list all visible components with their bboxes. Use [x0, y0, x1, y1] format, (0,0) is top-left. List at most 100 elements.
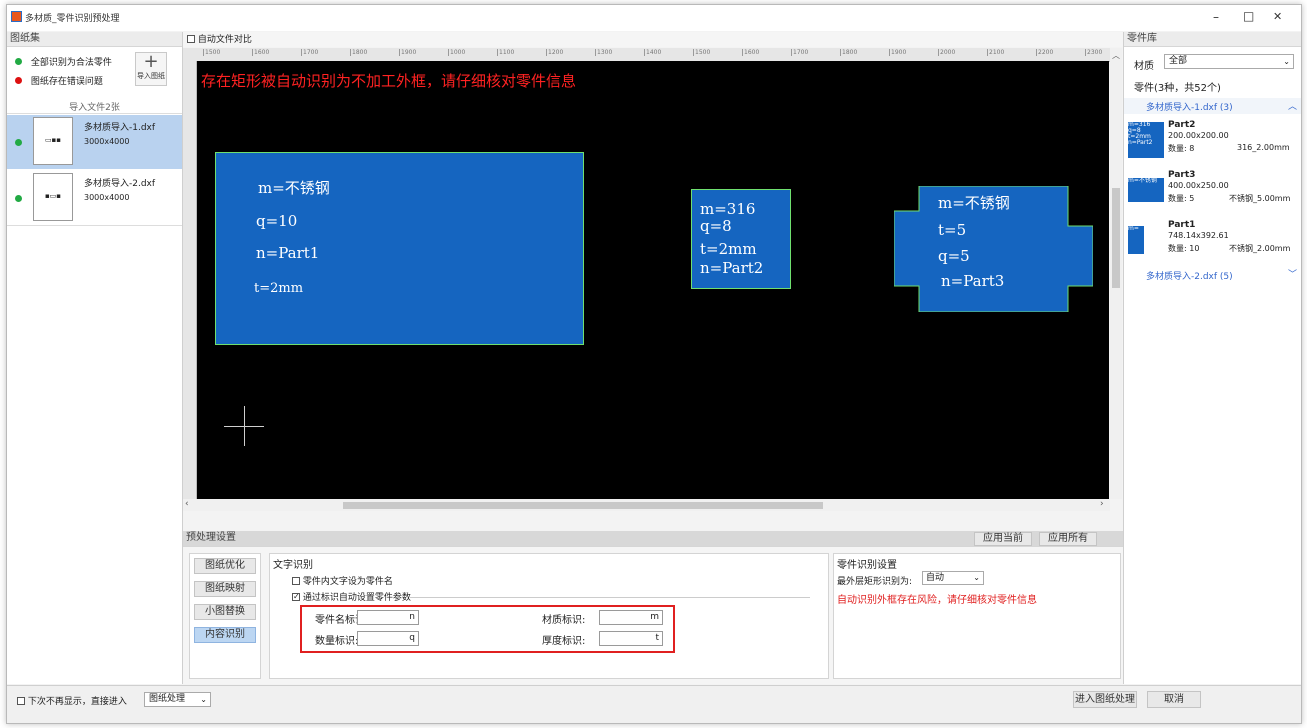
crosshair-icon: [224, 406, 264, 446]
file-name: 多材质导入-1.dxf: [84, 123, 156, 133]
file-item[interactable]: ▪▭▪ 多材质导入-2.dxf 3000x4000: [7, 171, 182, 226]
material-value: 全部: [1169, 56, 1188, 66]
divider: [7, 113, 182, 114]
outer-rect-label: 最外层矩形识别为:: [837, 577, 913, 587]
chevron-up-icon[interactable]: ︿: [1288, 99, 1297, 112]
ruler-tick-label: 1900: [399, 49, 417, 56]
name-id-input[interactable]: n: [357, 610, 419, 625]
preprocess-title: 预处理设置: [186, 532, 236, 543]
scroll-right-icon[interactable]: ›: [1100, 499, 1104, 509]
option-filename[interactable]: 零件内文字设为零件名: [292, 574, 393, 587]
part-shape-complex[interactable]: m=不锈钢 t=5 q=5 n=Part3: [894, 186, 1093, 312]
cancel-button[interactable]: 取消: [1147, 691, 1201, 708]
thickness-id-input[interactable]: t: [599, 631, 663, 646]
preprocess-header: 预处理设置 应用当前 应用所有: [183, 531, 1123, 547]
part-label: m=不锈钢: [938, 194, 1010, 212]
plus-icon: +: [143, 51, 159, 72]
scroll-up-icon[interactable]: ︿: [1112, 50, 1120, 61]
compare-toolbar: 自动文件对比: [183, 32, 1125, 47]
tab-drawing-mapping[interactable]: 图纸映射: [194, 581, 256, 597]
scroll-thumb[interactable]: [1112, 188, 1120, 288]
file-name: 多材质导入-2.dxf: [84, 179, 156, 189]
part-shape[interactable]: m=316 q=8 t=2mm n=Part2: [691, 189, 791, 289]
part-card[interactable]: m= Part1 748.14x392.61 数量: 10 不锈钢_2.00mm: [1124, 218, 1301, 264]
skip-option[interactable]: 下次不再显示，直接进入: [17, 694, 127, 707]
part-label: n=Part1: [256, 244, 320, 262]
compare-label: 自动文件对比: [197, 35, 252, 45]
material-select[interactable]: 全部 ⌄: [1164, 54, 1294, 69]
scroll-thumb[interactable]: [343, 502, 823, 509]
part-thumbnail: m=316 q=8 t=2mm n=Part2: [1128, 122, 1164, 158]
ruler-tick-label: 1500: [693, 49, 711, 56]
tab-content-recognition[interactable]: 内容识别: [194, 627, 256, 643]
apply-all-button[interactable]: 应用所有: [1039, 532, 1097, 546]
chevron-down-icon: ⌄: [973, 573, 980, 582]
part-thumbnail: m=不锈钢: [1128, 178, 1164, 202]
app-icon: [11, 11, 22, 22]
tab-drawing-optimize[interactable]: 图纸优化: [194, 558, 256, 574]
option2-checkbox[interactable]: ✓: [292, 592, 300, 601]
warning-text: 存在矩形被自动识别为不加工外框，请仔细核对零件信息: [201, 72, 577, 90]
ruler-tick-label: 1600: [742, 49, 760, 56]
part-label: t=2mm: [254, 281, 304, 296]
ruler-tick-label: 2100: [987, 49, 1005, 56]
horizontal-ruler: 1500 1600 1700 1800 1900 1000 1100 1200 1300 1400…: [183, 48, 1113, 62]
apply-current-button[interactable]: 应用当前: [974, 532, 1032, 546]
group-header[interactable]: 多材质导入-1.dxf (3) ︿: [1124, 98, 1301, 114]
part-qty: 数量: 10: [1168, 244, 1200, 253]
option1-label: 零件内文字设为零件名: [302, 577, 393, 587]
scroll-left-icon[interactable]: ‹: [185, 499, 189, 509]
part-card[interactable]: m=不锈钢 Part3 400.00x250.00 数量: 5 不锈钢_5.00…: [1124, 168, 1301, 214]
file-item[interactable]: ▭▪▪ 多材质导入-1.dxf 3000x4000: [7, 115, 182, 169]
close-button[interactable]: ✕: [1273, 10, 1282, 23]
ruler-tick-label: 2200: [1036, 49, 1054, 56]
skip-checkbox[interactable]: [17, 696, 25, 705]
group-name: 多材质导入-2.dxf (5): [1146, 272, 1233, 282]
part-label: t=2mm: [700, 240, 757, 258]
option1-checkbox[interactable]: [292, 576, 300, 585]
outer-rect-value: 自动: [926, 573, 945, 583]
group-header[interactable]: 多材质导入-2.dxf (5) ﹀: [1124, 267, 1301, 283]
chevron-down-icon: ⌄: [1283, 57, 1290, 66]
tab-small-replace[interactable]: 小图替换: [194, 604, 256, 620]
part-label: q=10: [256, 212, 298, 230]
import-drawing-button[interactable]: + 导入图纸: [135, 52, 167, 86]
minimize-button[interactable]: –: [1213, 10, 1219, 24]
part-qty: 数量: 8: [1168, 144, 1195, 153]
part-dims: 200.00x200.00: [1168, 131, 1229, 140]
vertical-scrollbar[interactable]: ︿: [1110, 48, 1122, 499]
file-thumbnail: ▭▪▪: [33, 117, 73, 165]
legend-error: 图纸存在错误问题: [15, 74, 103, 87]
part-thumbnail: m=: [1128, 226, 1144, 254]
horizontal-scrollbar[interactable]: ‹ ›: [183, 499, 1110, 511]
part-label: m=316: [700, 200, 756, 218]
id-fields-box: 零件名标识: n 材质标识: m 数量标识: q 厚度标识: t: [300, 605, 675, 653]
tab-list: 图纸优化 图纸映射 小图替换 内容识别: [189, 553, 261, 679]
part-material: 316_2.00mm: [1237, 143, 1290, 152]
panel-header: 图纸集: [7, 32, 182, 47]
drawing-canvas[interactable]: 存在矩形被自动识别为不加工外框，请仔细核对零件信息 m=不锈钢 q=10 n=P…: [197, 61, 1109, 499]
part-card[interactable]: m=316 q=8 t=2mm n=Part2 Part2 200.00x200…: [1124, 118, 1301, 164]
material-id-label: 材质标识:: [542, 615, 586, 626]
part-label: q=5: [938, 247, 970, 265]
ruler-tick-label: 1600: [252, 49, 270, 56]
chevron-down-icon[interactable]: ﹀: [1288, 267, 1297, 280]
mode-select[interactable]: 图纸处理 ⌄: [144, 692, 211, 707]
ruler-tick-label: 1200: [546, 49, 564, 56]
divider: [410, 597, 810, 598]
outer-rect-select[interactable]: 自动 ⌄: [922, 571, 984, 585]
quantity-id-label: 数量标识:: [315, 636, 359, 647]
text-recognition-section: 文字识别 零件内文字设为零件名 ✓ 通过标识自动设置零件参数 零件名标识: n …: [269, 553, 829, 679]
compare-checkbox[interactable]: [187, 34, 195, 43]
material-id-input[interactable]: m: [599, 610, 663, 625]
part-shape[interactable]: m=不锈钢 q=10 n=Part1 t=2mm: [215, 152, 584, 345]
option-auto-params[interactable]: ✓ 通过标识自动设置零件参数: [292, 590, 411, 603]
maximize-button[interactable]: □: [1243, 9, 1254, 23]
import-label: 导入图纸: [137, 72, 165, 80]
ruler-tick-label: 1100: [497, 49, 515, 56]
enter-processing-button[interactable]: 进入图纸处理: [1073, 691, 1137, 708]
ruler-tick-label: 1800: [350, 49, 368, 56]
part-name: Part2: [1168, 120, 1196, 130]
quantity-id-input[interactable]: q: [357, 631, 419, 646]
footer-bar: 下次不再显示，直接进入 图纸处理 ⌄ 进入图纸处理 取消: [7, 685, 1301, 723]
